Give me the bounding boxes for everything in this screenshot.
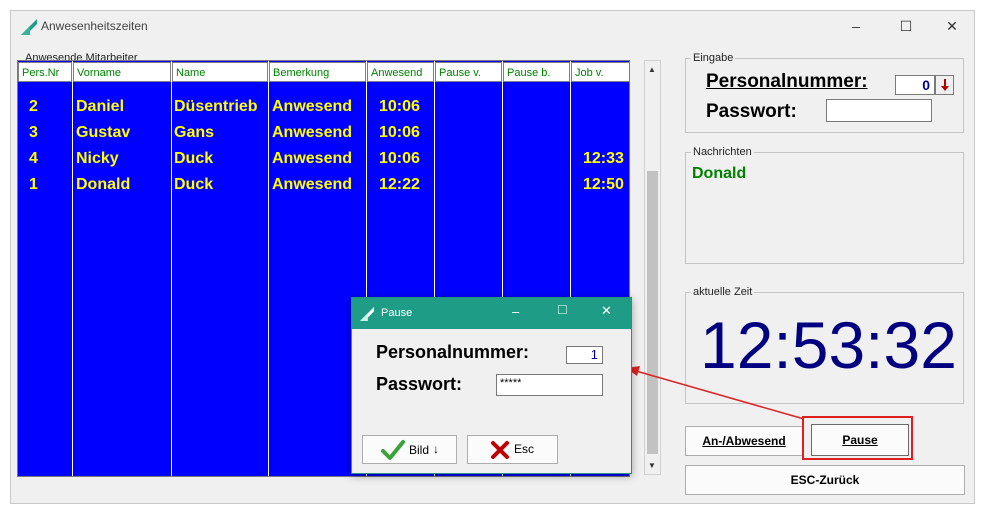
- app-icon: [360, 307, 374, 321]
- bild-label: Bild: [409, 443, 430, 457]
- x-icon: [491, 441, 509, 459]
- arrow-down-icon: ↓: [433, 442, 439, 456]
- dialog-personalnummer-input[interactable]: 1: [566, 346, 603, 364]
- dialog-title: Pause: [381, 307, 413, 319]
- pause-dialog: Pause – ☐ ✕ Personalnummer: 1 Passwort: …: [351, 297, 632, 474]
- dialog-title-bar: Pause – ☐ ✕: [352, 298, 631, 329]
- dialog-passwort-label: Passwort:: [376, 374, 463, 394]
- dialog-personalnummer-label: Personalnummer:: [376, 342, 530, 362]
- bild-button[interactable]: Bild ↓: [362, 435, 457, 464]
- esc-button[interactable]: Esc: [467, 435, 558, 464]
- dialog-passwort-input[interactable]: *****: [496, 374, 603, 396]
- maximize-icon: ☐: [557, 303, 568, 317]
- close-icon[interactable]: ✕: [601, 303, 612, 319]
- checkmark-icon: [381, 440, 405, 460]
- minimize-icon[interactable]: –: [512, 304, 519, 319]
- esc-label: Esc: [514, 442, 535, 456]
